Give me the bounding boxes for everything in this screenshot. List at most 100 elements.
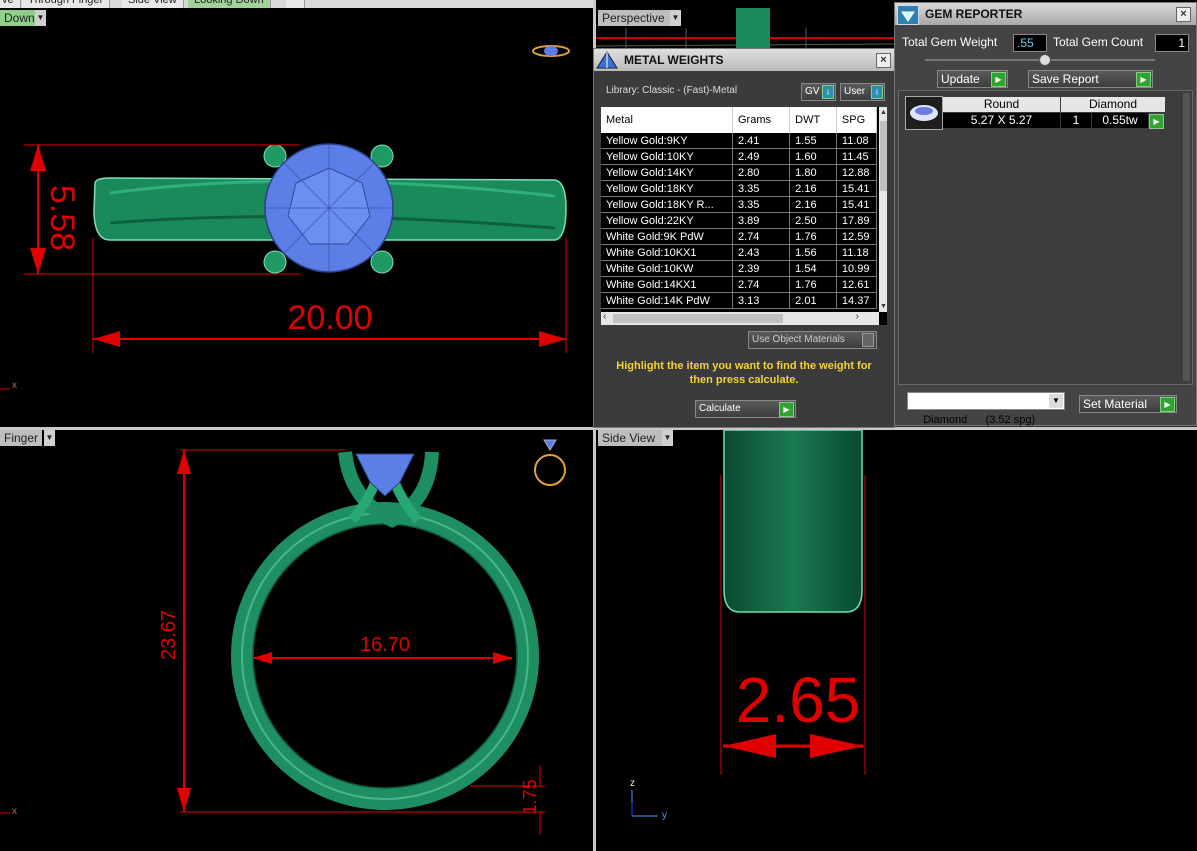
- total-gem-count-field[interactable]: 1: [1155, 34, 1189, 52]
- axis-z-label: z: [630, 778, 635, 789]
- update-button[interactable]: Update ▶: [937, 70, 1008, 88]
- gem-reporter-titlebar[interactable]: GEM REPORTER ×: [895, 3, 1196, 25]
- play-icon: ▶: [779, 402, 794, 417]
- tab-extra[interactable]: [286, 0, 305, 8]
- scrollbar-thumb[interactable]: [880, 121, 887, 191]
- ring-side-view-drawing: [631, 430, 866, 817]
- table-header-row: Metal Grams DWT SPG: [601, 107, 878, 133]
- table-row[interactable]: Yellow Gold:14KY 2.80 1.80 12.88: [601, 164, 878, 181]
- column-header-spg[interactable]: SPG: [836, 107, 878, 133]
- prong: [370, 250, 394, 274]
- metal-cell: White Gold:14K PdW: [601, 292, 733, 309]
- spg-cell: 11.08: [836, 133, 878, 149]
- vertical-scrollbar[interactable]: ▲ ▼: [879, 107, 887, 312]
- play-icon[interactable]: ▶: [1149, 114, 1164, 129]
- column-header-metal[interactable]: Metal: [601, 107, 733, 133]
- grams-cell: 2.80: [732, 164, 791, 181]
- material-select-value: Diamond (3.52 spg): [923, 414, 1036, 426]
- grams-cell: 2.41: [732, 133, 791, 149]
- table-row[interactable]: Yellow Gold:18KY 3.35 2.16 15.41: [601, 180, 878, 197]
- table-row[interactable]: White Gold:14K PdW 3.13 2.01 14.37: [601, 292, 878, 309]
- gem-thumbnail[interactable]: [905, 96, 943, 130]
- calculate-button[interactable]: Calculate ▶: [695, 400, 796, 418]
- save-report-button[interactable]: Save Report ▶: [1028, 70, 1153, 88]
- metal-weights-titlebar[interactable]: METAL WEIGHTS ×: [594, 49, 894, 71]
- tab-through-finger[interactable]: Through Finger: [22, 0, 111, 8]
- user-button[interactable]: User i: [840, 83, 885, 101]
- table-row[interactable]: Yellow Gold:10KY 2.49 1.60 11.45: [601, 148, 878, 165]
- table-row[interactable]: Yellow Gold:9KY 2.41 1.55 11.08: [601, 133, 878, 149]
- column-header-dwt[interactable]: DWT: [789, 107, 837, 133]
- use-object-materials-label: Use Object Materials: [752, 334, 845, 345]
- table-row[interactable]: Yellow Gold:18KY R... 3.35 2.16 15.41: [601, 196, 878, 213]
- save-report-label: Save Report: [1032, 72, 1099, 86]
- dimension-band-label: 1.75: [520, 779, 540, 815]
- set-material-button[interactable]: Set Material ▶: [1079, 395, 1177, 413]
- dimension-inner-label: 16.70: [359, 634, 411, 656]
- table-row[interactable]: White Gold:10KW 2.39 1.54 10.99: [601, 260, 878, 277]
- spg-cell: 15.41: [836, 196, 878, 213]
- viewport-looking-down[interactable]: Down ▼ 5.58 20.00 x: [0, 8, 593, 427]
- dwt-cell: 2.50: [789, 212, 837, 229]
- total-gem-weight-label: Total Gem Weight: [902, 35, 998, 49]
- table-row[interactable]: White Gold:14KX1 2.74 1.76 12.61: [601, 276, 878, 293]
- library-label: Library: Classic - (Fast)-Metal: [606, 85, 738, 96]
- gv-label: GV: [805, 86, 820, 97]
- metal-weights-table: Metal Grams DWT SPG Yellow Gold:9KY 2.41 1…: [601, 107, 878, 309]
- table-row[interactable]: White Gold:10KX1 2.43 1.56 11.18: [601, 244, 878, 261]
- metal-cell: White Gold:10KW: [601, 260, 733, 277]
- grams-cell: 3.13: [732, 292, 791, 309]
- viewport-menu-chevron-icon[interactable]: ▼: [670, 10, 681, 26]
- viewport-label[interactable]: Perspective: [598, 10, 676, 26]
- band-side: [723, 430, 863, 613]
- grams-cell: 3.89: [732, 212, 791, 229]
- gem-slider-handle[interactable]: [1039, 54, 1051, 66]
- update-label: Update: [941, 72, 980, 86]
- dwt-cell: 1.80: [789, 164, 837, 181]
- metal-cell: White Gold:10KX1: [601, 244, 733, 261]
- scrollbar-thumb[interactable]: [613, 314, 783, 323]
- metal-cell: White Gold:9K PdW: [601, 228, 733, 245]
- gem-list[interactable]: Round Diamond 5.27 X 5.27 1 0.55tw ▶: [898, 90, 1193, 385]
- column-header-grams[interactable]: Grams: [732, 107, 791, 133]
- table-row[interactable]: White Gold:9K PdW 2.74 1.76 12.59: [601, 228, 878, 245]
- viewport-through-finger[interactable]: Finger ▼ 23.67 16.70 1.75 x: [0, 430, 593, 851]
- viewport-side-view[interactable]: Side View ▼ 2.65 z y: [596, 430, 1197, 851]
- gv-button[interactable]: GV i: [801, 83, 836, 101]
- tab-looking-down[interactable]: Looking Down: [188, 0, 271, 8]
- tab-view[interactable]: ve: [0, 0, 21, 8]
- axis-x-label: x: [12, 806, 17, 817]
- material-select[interactable]: Diamond (3.52 spg) ▼: [907, 392, 1065, 426]
- dwt-cell: 1.56: [789, 244, 837, 261]
- grams-cell: 3.35: [732, 196, 791, 213]
- instruction-text: Highlight the item you want to find the …: [616, 360, 872, 386]
- dimension-width-label: 2.65: [735, 664, 861, 736]
- scroll-down-icon[interactable]: ▼: [880, 303, 887, 310]
- total-gem-weight-field[interactable]: .55: [1013, 34, 1047, 52]
- total-gem-count-label: Total Gem Count: [1053, 35, 1144, 49]
- table-row[interactable]: Yellow Gold:22KY 3.89 2.50 17.89: [601, 212, 878, 229]
- metal-table-container[interactable]: Metal Grams DWT SPG Yellow Gold:9KY 2.41 1…: [601, 107, 887, 325]
- use-object-materials-toggle[interactable]: Use Object Materials: [748, 331, 877, 349]
- scroll-right-icon[interactable]: ›: [856, 311, 859, 322]
- vertical-scrollbar[interactable]: [1183, 93, 1190, 381]
- grams-cell: 2.74: [732, 228, 791, 245]
- spg-cell: 15.41: [836, 180, 878, 197]
- tab-side-view[interactable]: Side View: [122, 0, 184, 8]
- metal-weights-title: METAL WEIGHTS: [624, 53, 724, 67]
- horizontal-scrollbar[interactable]: ‹ ›: [601, 311, 879, 325]
- gem-qty-value: 1: [1061, 113, 1091, 128]
- chevron-down-icon[interactable]: ▼: [1049, 394, 1063, 408]
- close-icon[interactable]: ×: [1176, 7, 1191, 22]
- gem-type-header: Diamond: [1061, 97, 1165, 112]
- scale-icon: [596, 51, 618, 69]
- dwt-cell: 1.76: [789, 228, 837, 245]
- dwt-cell: 2.16: [789, 180, 837, 197]
- grams-cell: 2.74: [732, 276, 791, 293]
- info-icon: i: [822, 85, 834, 99]
- dwt-cell: 2.16: [789, 196, 837, 213]
- scroll-up-icon[interactable]: ▲: [880, 109, 887, 116]
- gem-reporter-title: GEM REPORTER: [925, 7, 1023, 21]
- close-icon[interactable]: ×: [876, 53, 891, 68]
- scroll-left-icon[interactable]: ‹: [603, 311, 606, 322]
